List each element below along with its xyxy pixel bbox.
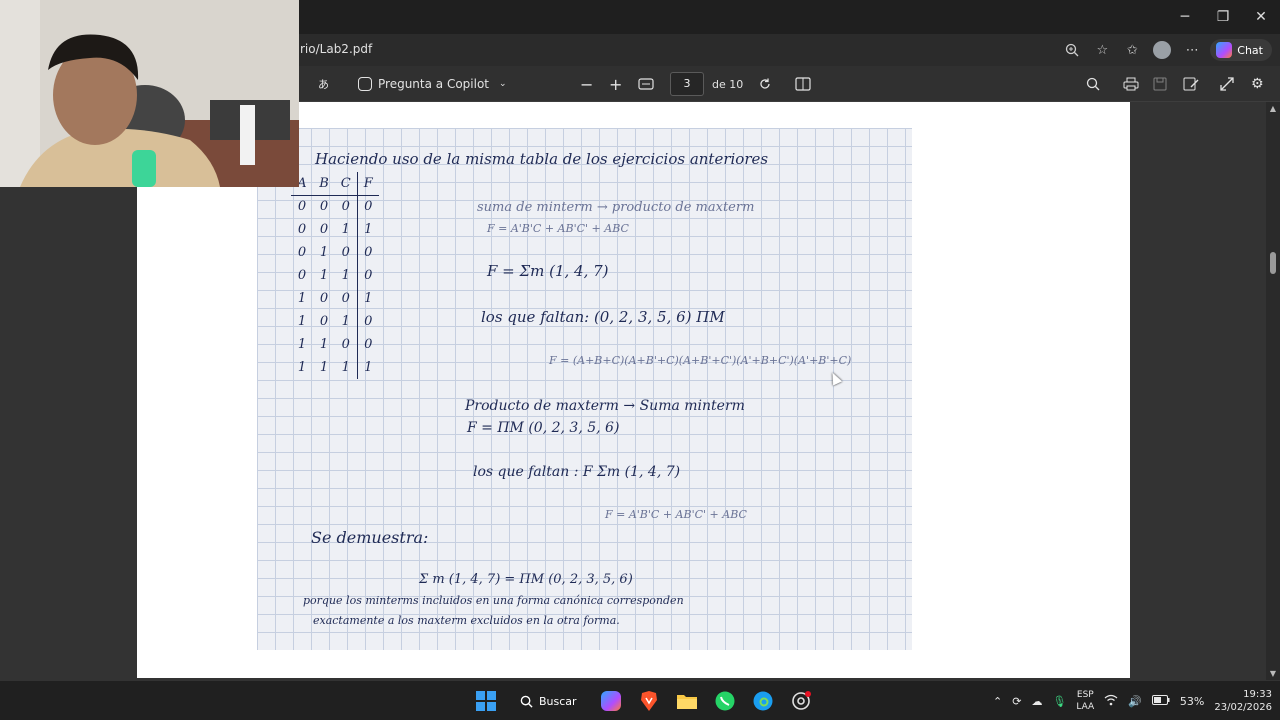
- microphone-icon[interactable]: 🎙: [1052, 695, 1066, 708]
- chatgpt-app-icon[interactable]: [785, 685, 817, 717]
- rotate-icon[interactable]: [758, 74, 772, 94]
- notes-line-4: los que faltan: (0, 2, 3, 5, 6) ΠM: [481, 308, 725, 326]
- copilot-outline-icon: [358, 77, 372, 91]
- fullscreen-icon[interactable]: [1220, 74, 1234, 94]
- copilot-icon: [1216, 42, 1233, 58]
- page-view-icon[interactable]: [795, 74, 811, 94]
- system-tray: ⌃ ⟳ ☁ 🎙 ESP LAA 🔊 53% 19:33 23/02/2026: [993, 685, 1272, 717]
- table-row: 0011: [291, 218, 379, 241]
- notes-line-13: exactamente a los maxterm excluidos en l…: [313, 614, 620, 627]
- clock-date: 23/02/2026: [1214, 702, 1272, 713]
- language-indicator[interactable]: ESP LAA: [1076, 689, 1094, 713]
- start-windows-icon[interactable]: [470, 685, 502, 717]
- notes-line-12: porque los minterms incluidos en una for…: [303, 594, 684, 607]
- settings-gear-icon[interactable]: ⚙: [1251, 74, 1264, 94]
- notes-line-11: Σ m (1, 4, 7) = ΠM (0, 2, 3, 5, 6): [419, 572, 633, 587]
- scroll-thumb[interactable]: [1270, 252, 1276, 274]
- notes-line-3: F = Σm (1, 4, 7): [487, 262, 609, 280]
- notes-line-9: F = A'B'C + AB'C' + ABC: [605, 508, 747, 521]
- zoom-out-button[interactable]: −: [580, 74, 593, 94]
- save-as-icon[interactable]: [1183, 74, 1199, 94]
- battery-percent: 53%: [1179, 694, 1205, 708]
- brave-browser-icon[interactable]: [633, 685, 665, 717]
- chevron-down-icon: ⌄: [499, 79, 507, 89]
- col-f: F: [357, 172, 379, 196]
- pdf-viewer[interactable]: Haciendo uso de la misma tabla de los ej…: [0, 102, 1280, 680]
- clock-time: 19:33: [1243, 689, 1272, 700]
- notes-line-8: los que faltan : F Σm (1, 4, 7): [473, 464, 681, 480]
- col-c: C: [335, 172, 358, 196]
- more-menu-icon[interactable]: ⋯: [1180, 38, 1204, 62]
- pdf-page: Haciendo uso de la misma tabla de los ej…: [137, 102, 1130, 678]
- zoom-icon[interactable]: [1060, 38, 1084, 62]
- notes-heading: Haciendo uso de la misma tabla de los ej…: [315, 150, 769, 168]
- taskbar-search[interactable]: Buscar: [508, 685, 589, 717]
- copilot-chat-button[interactable]: Chat: [1210, 39, 1272, 61]
- table-row: 0100: [291, 241, 379, 264]
- table-row: 0110: [291, 264, 379, 287]
- favorites-list-icon[interactable]: ✩: [1120, 38, 1144, 62]
- favorite-star-icon[interactable]: ☆: [1090, 38, 1114, 62]
- save-icon[interactable]: [1153, 74, 1167, 94]
- sync-icon[interactable]: ⟳: [1012, 695, 1021, 708]
- clock[interactable]: 19:33 23/02/2026: [1214, 688, 1272, 714]
- page-total-label: de 10: [712, 77, 744, 91]
- truth-table-header: A B C F: [291, 172, 379, 196]
- zoom-in-button[interactable]: +: [609, 74, 622, 94]
- table-row: 1111: [291, 356, 379, 379]
- fit-page-icon[interactable]: [638, 74, 654, 94]
- edge-browser-icon[interactable]: [747, 685, 779, 717]
- notes-line-2: F = A'B'C + AB'C' + ABC: [487, 222, 629, 235]
- ask-copilot-button[interactable]: Pregunta a Copilot ⌄: [358, 74, 507, 94]
- whatsapp-icon[interactable]: [709, 685, 741, 717]
- notes-line-7: F = ΠM (0, 2, 3, 5, 6): [467, 420, 620, 436]
- ask-copilot-label: Pregunta a Copilot: [378, 77, 489, 91]
- table-row: 1001: [291, 287, 379, 310]
- webcam-feed-image: [0, 0, 299, 187]
- minimize-button[interactable]: ─: [1166, 0, 1204, 34]
- notes-line-1: suma de minterm → producto de maxterm: [477, 200, 755, 215]
- url-text[interactable]: rio/Lab2.pdf: [300, 42, 372, 56]
- table-row: 1100: [291, 333, 379, 356]
- wifi-icon[interactable]: [1104, 694, 1118, 709]
- volume-icon[interactable]: 🔊: [1128, 695, 1142, 708]
- cloud-icon[interactable]: ☁: [1031, 695, 1042, 708]
- notes-line-10: Se demuestra:: [311, 528, 429, 547]
- window-controls: ─ ❐ ✕: [1166, 0, 1280, 34]
- read-aloud-icon[interactable]: あ: [318, 74, 334, 94]
- svg-text:あ: あ: [318, 78, 329, 91]
- handwritten-notes: Haciendo uso de la misma tabla de los ej…: [257, 128, 912, 650]
- chat-label: Chat: [1237, 43, 1263, 57]
- scroll-up-icon[interactable]: ▲: [1266, 104, 1280, 113]
- taskbar: Buscar ⌃ ⟳ ☁ 🎙 ESP LAA 🔊 53% 19:33 23/02…: [0, 680, 1280, 720]
- webcam-overlay: [0, 0, 299, 187]
- col-b: B: [313, 172, 335, 196]
- table-row: 0000: [291, 195, 379, 218]
- search-label: Buscar: [539, 694, 577, 708]
- battery-icon[interactable]: [1151, 694, 1170, 708]
- vertical-scrollbar[interactable]: ▲ ▼: [1266, 102, 1280, 680]
- chevron-up-icon[interactable]: ⌃: [993, 695, 1002, 708]
- print-icon[interactable]: [1123, 74, 1139, 94]
- truth-table: A B C F 0000 0011 0100 0110 1001 1010 11…: [291, 172, 379, 379]
- restore-button[interactable]: ❐: [1204, 0, 1242, 34]
- table-row: 1010: [291, 310, 379, 333]
- file-explorer-icon[interactable]: [671, 685, 703, 717]
- page-number-input[interactable]: 3: [670, 72, 704, 96]
- notes-line-6: Producto de maxterm → Suma minterm: [465, 398, 745, 414]
- notes-line-5: F = (A+B+C)(A+B'+C)(A+B'+C')(A'+B+C')(A'…: [549, 354, 852, 367]
- close-button[interactable]: ✕: [1242, 0, 1280, 34]
- profile-avatar[interactable]: [1153, 41, 1172, 59]
- search-icon: [520, 695, 533, 708]
- scroll-down-icon[interactable]: ▼: [1266, 669, 1280, 678]
- search-icon[interactable]: [1086, 74, 1100, 94]
- copilot-app-icon[interactable]: [595, 685, 627, 717]
